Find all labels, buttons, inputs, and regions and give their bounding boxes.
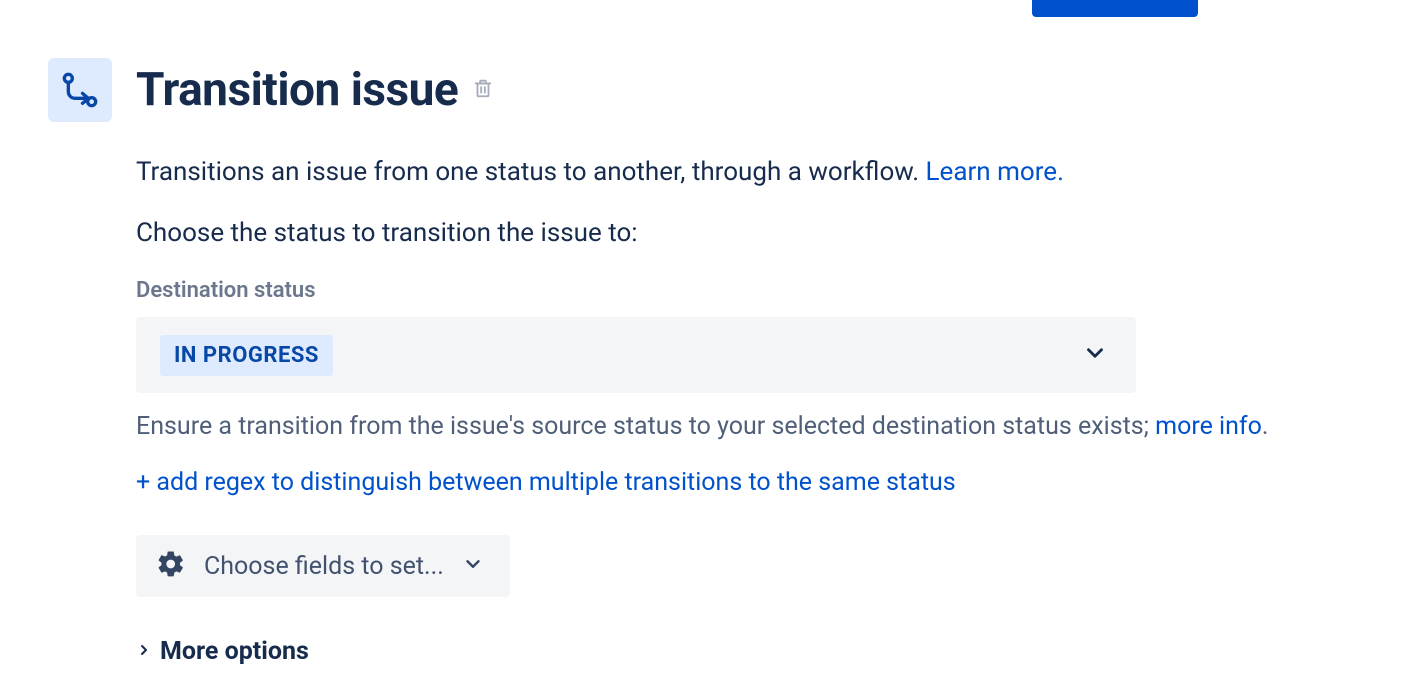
helper-suffix: . xyxy=(1262,412,1269,441)
more-info-link[interactable]: more info xyxy=(1155,412,1262,441)
chevron-down-icon xyxy=(1082,340,1108,370)
trash-icon xyxy=(472,76,494,100)
destination-status-label: Destination status xyxy=(136,278,1348,303)
more-options-toggle[interactable]: More options xyxy=(136,637,1348,666)
description-text: Transitions an issue from one status to … xyxy=(136,157,926,187)
chevron-right-icon xyxy=(136,642,152,662)
transition-icon-badge xyxy=(48,58,112,122)
panel-body: Transitions an issue from one status to … xyxy=(136,154,1348,666)
chevron-down-icon xyxy=(462,553,484,579)
gear-icon xyxy=(156,549,186,583)
more-options-label: More options xyxy=(160,637,309,666)
helper-text-content: Ensure a transition from the issue's sou… xyxy=(136,412,1155,441)
instruction-text: Choose the status to transition the issu… xyxy=(136,218,1348,248)
description: Transitions an issue from one status to … xyxy=(136,154,1348,190)
page-title: Transition issue xyxy=(136,63,458,117)
choose-fields-label: Choose fields to set... xyxy=(204,552,444,581)
helper-text: Ensure a transition from the issue's sou… xyxy=(136,409,1348,444)
add-regex-link[interactable]: + add regex to distinguish between multi… xyxy=(136,468,1348,497)
transition-icon xyxy=(60,70,100,110)
destination-status-select[interactable]: IN PROGRESS xyxy=(136,317,1136,393)
primary-action-button[interactable] xyxy=(1032,0,1198,17)
transition-issue-panel: Transition issue Transitions an issue fr… xyxy=(48,58,1348,666)
learn-more-link[interactable]: Learn more. xyxy=(926,157,1064,187)
panel-header: Transition issue xyxy=(48,58,1348,122)
title-row: Transition issue xyxy=(136,63,494,117)
choose-fields-button[interactable]: Choose fields to set... xyxy=(136,535,510,597)
status-lozenge: IN PROGRESS xyxy=(160,335,333,376)
delete-button[interactable] xyxy=(472,76,494,104)
